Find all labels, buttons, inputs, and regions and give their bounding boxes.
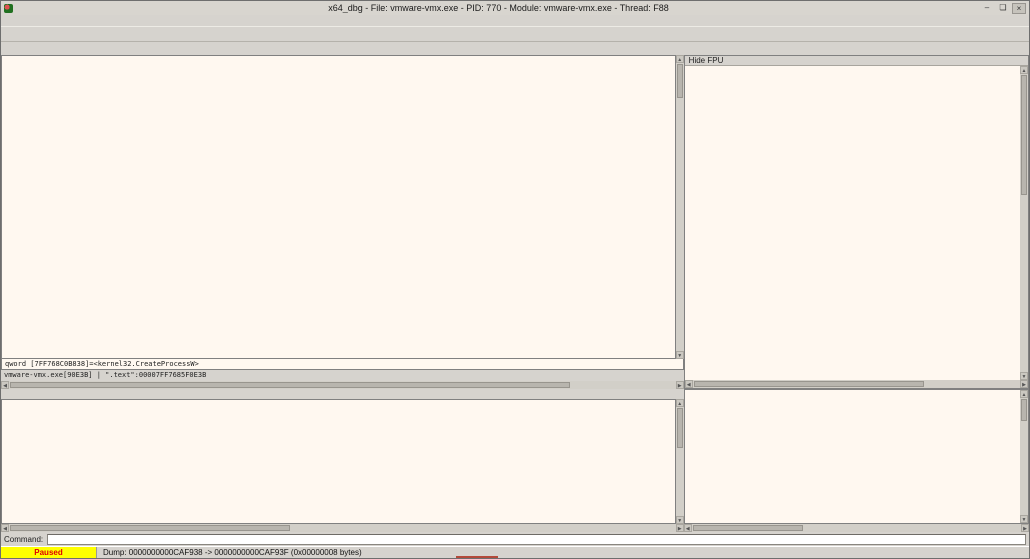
disassembly-hscrollbar[interactable]: ◀ ▶ — [1, 381, 684, 389]
scroll-thumb[interactable] — [692, 525, 803, 531]
view-tabs — [1, 42, 1029, 55]
x64dbg-window: x64_dbg - File: vmware-vmx.exe - PID: 77… — [0, 0, 1030, 559]
window-controls: – ❏ × — [980, 2, 1026, 14]
module-status-line: vmware-vmx.exe[90E3B] | ".text":00007FF7… — [1, 370, 684, 381]
dump-area: ▲ ▼ ◀ ▶ ▲ ▼ ◀ ▶ — [1, 389, 1029, 532]
scroll-left-arrow[interactable]: ◀ — [684, 380, 693, 388]
stack-vscrollbar[interactable]: ▲ ▼ — [1020, 390, 1028, 523]
scroll-down-arrow[interactable]: ▼ — [675, 351, 684, 359]
scroll-thumb[interactable] — [10, 382, 570, 388]
scroll-thumb[interactable] — [676, 408, 683, 448]
scroll-thumb[interactable] — [1021, 399, 1027, 421]
scroll-thumb[interactable] — [1021, 75, 1027, 195]
command-label: Command: — [4, 534, 44, 544]
disassembly-pane[interactable] — [1, 55, 676, 359]
app-icon — [4, 3, 13, 13]
hide-fpu-button[interactable]: Hide FPU — [685, 56, 728, 65]
scroll-up-arrow[interactable]: ▲ — [1020, 390, 1028, 398]
scroll-thumb[interactable] — [693, 381, 924, 387]
scroll-right-arrow[interactable]: ▶ — [1020, 380, 1028, 388]
cpu-view: ▲ ▼ qword [7FF768C0B838]=<kernel32.Creat… — [1, 55, 1029, 389]
dump-column-headers[interactable] — [1, 389, 684, 399]
disassembly-vscrollbar[interactable]: ▲ ▼ — [675, 55, 684, 359]
close-button[interactable]: × — [1012, 2, 1026, 14]
instruction-info-line: qword [7FF768C0B838]=<kernel32.CreatePro… — [1, 359, 684, 370]
title-bar: x64_dbg - File: vmware-vmx.exe - PID: 77… — [1, 1, 1029, 15]
stack-hscrollbar[interactable]: ◀ ▶ — [683, 524, 1029, 532]
scroll-right-arrow[interactable]: ▶ — [675, 524, 684, 532]
scroll-right-arrow[interactable]: ▶ — [675, 381, 684, 389]
scroll-thumb[interactable] — [676, 64, 683, 98]
scroll-down-arrow[interactable]: ▼ — [675, 516, 684, 524]
window-title: x64_dbg - File: vmware-vmx.exe - PID: 77… — [328, 3, 669, 13]
registers-pane: Hide FPU ▲ ▼ ◀ ▶ — [683, 55, 1029, 389]
command-input[interactable] — [47, 533, 1026, 545]
scroll-left-arrow[interactable]: ◀ — [683, 524, 692, 532]
dump-selection-status: Dump: 0000000000CAF938 -> 0000000000CAF9… — [103, 548, 362, 557]
scroll-thumb[interactable] — [10, 525, 290, 531]
scroll-left-arrow[interactable]: ◀ — [1, 381, 9, 389]
scroll-up-arrow[interactable]: ▲ — [1020, 66, 1028, 74]
scroll-right-arrow[interactable]: ▶ — [1021, 524, 1029, 532]
restore-button[interactable]: ❏ — [996, 3, 1010, 14]
command-bar: Command: — [1, 532, 1029, 546]
stack-dump-hscrollbar[interactable]: ◀ ▶ — [1, 524, 684, 532]
status-bar: Paused Dump: 0000000000CAF938 -> 0000000… — [1, 546, 1029, 558]
stack-dump-pane[interactable] — [1, 399, 676, 524]
stack-dump-vscrollbar[interactable]: ▲ ▼ — [675, 399, 684, 524]
scroll-down-arrow[interactable]: ▼ — [1020, 372, 1028, 380]
scroll-up-arrow[interactable]: ▲ — [675, 399, 684, 407]
toolbar — [1, 26, 1029, 42]
registers-vscrollbar[interactable]: ▲ ▼ — [1020, 66, 1028, 380]
minimize-button[interactable]: – — [980, 3, 994, 14]
registers-hscrollbar[interactable]: ◀ ▶ — [684, 380, 1028, 388]
menu-bar — [1, 15, 1029, 26]
scroll-down-arrow[interactable]: ▼ — [1020, 515, 1028, 523]
scroll-left-arrow[interactable]: ◀ — [1, 524, 9, 532]
registers-list[interactable] — [685, 66, 1020, 380]
stack-pane[interactable] — [685, 390, 1020, 523]
scroll-up-arrow[interactable]: ▲ — [675, 55, 684, 63]
debug-state-badge: Paused — [1, 546, 97, 558]
screen-edge-artifact — [456, 556, 498, 558]
